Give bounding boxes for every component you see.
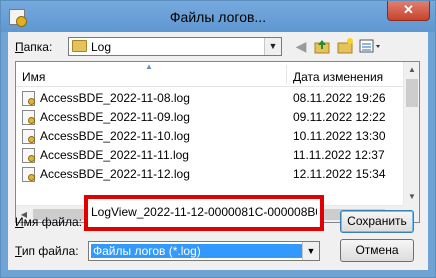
chevron-down-icon[interactable]: ▼ bbox=[264, 38, 281, 55]
file-date-cell: 12.11.2022 15:34 bbox=[293, 167, 386, 181]
list-item[interactable]: AccessBDE_2022-11-10.log 10.11.2022 13:3… bbox=[16, 127, 403, 146]
file-type-label: Тип файла: bbox=[15, 244, 79, 258]
file-date-cell: 10.11.2022 13:30 bbox=[293, 129, 386, 143]
title-bar[interactable]: Файлы логов... ✕ bbox=[1, 1, 435, 32]
column-header-name[interactable]: Имя bbox=[22, 62, 45, 86]
close-button[interactable]: ✕ bbox=[387, 1, 430, 21]
sort-arrow-icon: ▲ bbox=[145, 62, 153, 71]
dialog-body: Папка: Log ▼ ◀ ▲ Имя Дата изменения Acce… bbox=[8, 32, 428, 270]
file-date-cell: 08.11.2022 19:26 bbox=[293, 91, 386, 105]
file-name-cell: AccessBDE_2022-11-09.log bbox=[40, 110, 190, 124]
file-name-cell: AccessBDE_2022-11-11.log bbox=[40, 148, 189, 162]
scroll-down-icon[interactable]: ▼ bbox=[404, 189, 419, 205]
list-item[interactable]: AccessBDE_2022-11-12.log 12.11.2022 15:3… bbox=[16, 165, 403, 184]
file-date-cell: 11.11.2022 12:37 bbox=[293, 148, 385, 162]
vertical-scrollbar[interactable]: ▲ ▼ bbox=[403, 62, 419, 205]
log-file-icon bbox=[22, 167, 35, 182]
log-file-icon bbox=[22, 148, 35, 163]
back-arrow-icon[interactable]: ◀ bbox=[292, 37, 310, 55]
file-name-input[interactable]: LogView_2022-11-12-0000081C-000008B0.log bbox=[84, 195, 324, 231]
up-folder-icon[interactable] bbox=[313, 37, 331, 55]
save-dialog-window: Файлы логов... ✕ Папка: Log ▼ ◀ ▲ Имя Да… bbox=[0, 0, 436, 278]
view-menu-icon[interactable] bbox=[358, 37, 382, 55]
file-name-cell: AccessBDE_2022-11-12.log bbox=[40, 167, 190, 181]
log-file-icon bbox=[22, 129, 35, 144]
vertical-scroll-thumb[interactable] bbox=[406, 79, 418, 107]
file-name-value[interactable]: LogView_2022-11-12-0000081C-000008B0.log bbox=[91, 205, 317, 221]
scroll-up-icon[interactable]: ▲ bbox=[404, 62, 419, 78]
file-name-cell: AccessBDE_2022-11-10.log bbox=[40, 129, 190, 143]
window-title: Файлы логов... bbox=[169, 9, 267, 25]
file-date-cell: 09.11.2022 12:22 bbox=[293, 110, 386, 124]
list-item[interactable]: AccessBDE_2022-11-11.log 11.11.2022 12:3… bbox=[16, 146, 403, 165]
file-type-select[interactable]: Файлы логов (*.log) ▼ bbox=[88, 241, 320, 261]
log-file-icon bbox=[22, 91, 35, 106]
save-button[interactable]: Сохранить bbox=[340, 210, 414, 233]
column-header-date[interactable]: Дата изменения bbox=[293, 62, 383, 86]
list-item[interactable]: AccessBDE_2022-11-09.log 09.11.2022 12:2… bbox=[16, 108, 403, 127]
new-folder-icon[interactable] bbox=[336, 37, 354, 55]
folder-value: Log bbox=[91, 40, 112, 54]
folder-label: Папка: bbox=[15, 40, 53, 54]
log-file-icon bbox=[22, 110, 35, 125]
list-item[interactable]: AccessBDE_2022-11-08.log 08.11.2022 19:2… bbox=[16, 89, 403, 108]
cancel-button[interactable]: Отмена bbox=[340, 239, 414, 262]
file-name-cell: AccessBDE_2022-11-08.log bbox=[40, 91, 190, 105]
file-type-value: Файлы логов (*.log) bbox=[91, 244, 305, 258]
list-header: ▲ Имя Дата изменения bbox=[16, 62, 403, 87]
folder-combobox[interactable]: Log ▼ bbox=[68, 37, 282, 56]
chevron-down-icon[interactable]: ▼ bbox=[302, 242, 319, 260]
file-name-label: Имя файла: bbox=[15, 215, 82, 229]
column-divider[interactable] bbox=[286, 65, 287, 84]
folder-icon bbox=[72, 40, 87, 52]
